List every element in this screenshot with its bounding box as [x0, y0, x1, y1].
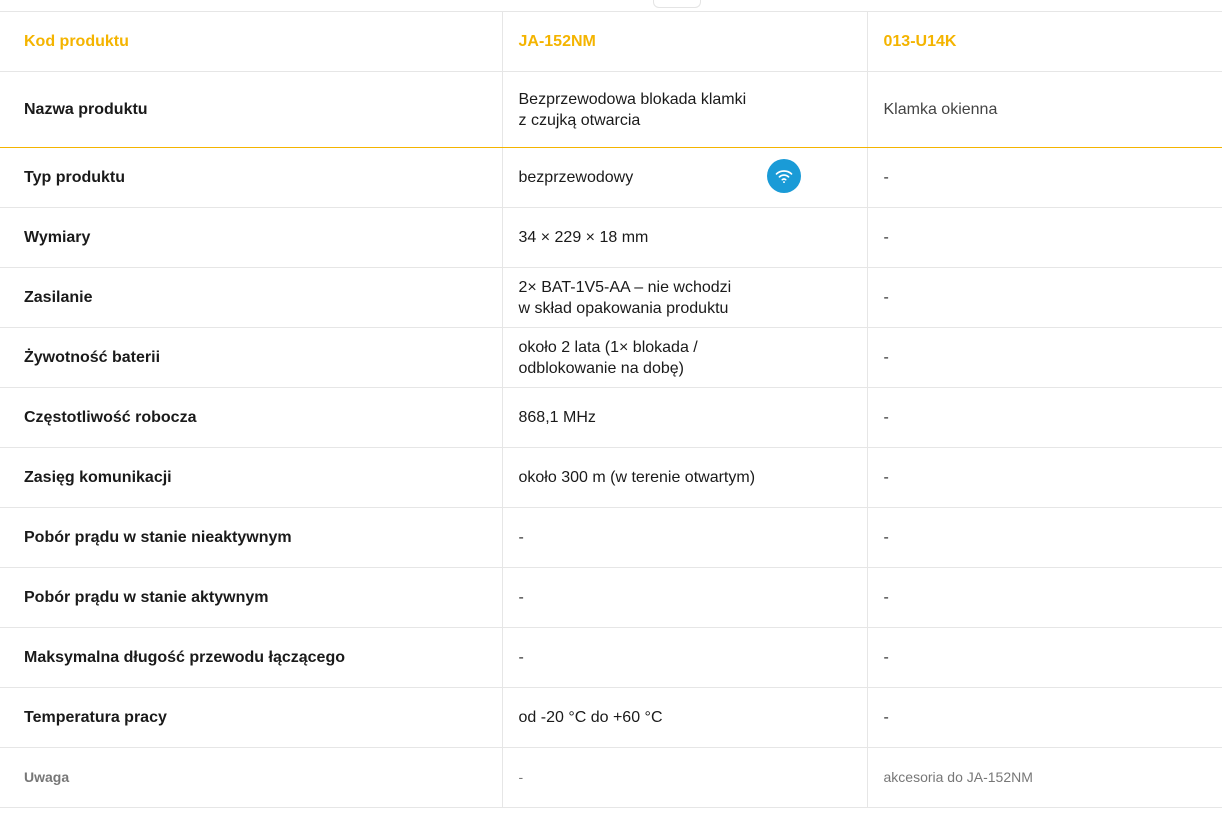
- row-value-col2: 2× BAT-1V5-AA – nie wchodzi w skład opak…: [502, 267, 868, 328]
- row-value-col3: -: [867, 147, 1222, 208]
- row-value-col3: akcesoria do JA-152NM: [867, 747, 1222, 808]
- row-label: Nazwa produktu: [0, 71, 503, 148]
- table-row-product-name: Nazwa produktu Bezprzewodowa blokada kla…: [0, 71, 1222, 148]
- value-line-1: około 2 lata (1× blokada /: [518, 338, 698, 356]
- row-value-col3: -: [867, 687, 1222, 748]
- row-value-col3: -: [867, 207, 1222, 268]
- row-value-col2: bezprzewodowy: [502, 147, 868, 208]
- row-label: Zasięg komunikacji: [0, 447, 503, 508]
- value-line-1: 2× BAT-1V5-AA – nie wchodzi: [518, 278, 732, 296]
- row-label: Maksymalna długość przewodu łączącego: [0, 627, 503, 688]
- table-row-active-current: Pobór prądu w stanie aktywnym - -: [0, 567, 1222, 628]
- row-value-col2: -: [502, 567, 868, 628]
- row-value-col2: -: [502, 627, 868, 688]
- row-value-col3: -: [867, 567, 1222, 628]
- table-row-idle-current: Pobór prądu w stanie nieaktywnym - -: [0, 507, 1222, 568]
- product-spec-table: Kod produktu JA-152NM 013-U14K Nazwa pro…: [0, 11, 1222, 808]
- top-tab-handle: [653, 0, 701, 8]
- row-value-col2: 34 × 229 × 18 mm: [502, 207, 868, 268]
- wifi-icon: [766, 158, 801, 193]
- table-row-range: Zasięg komunikacji około 300 m (w tereni…: [0, 447, 1222, 508]
- table-row-frequency: Częstotliwość robocza 868,1 MHz -: [0, 387, 1222, 448]
- table-row-product-type: Typ produktu bezprzewodowy -: [0, 147, 1222, 208]
- table-row-max-cable-length: Maksymalna długość przewodu łączącego - …: [0, 627, 1222, 688]
- row-value-col2: od -20 °C do +60 °C: [502, 687, 868, 748]
- row-label: Zasilanie: [0, 267, 503, 328]
- row-label: Wymiary: [0, 207, 503, 268]
- value-text: bezprzewodowy: [518, 169, 634, 186]
- value-line-2: odblokowanie na dobę): [518, 359, 684, 377]
- row-label: Uwaga: [0, 747, 503, 808]
- row-value-col3: -: [867, 507, 1222, 568]
- row-label: Pobór prądu w stanie nieaktywnym: [0, 507, 503, 568]
- value-line-2: w skład opakowania produktu: [518, 299, 729, 317]
- header-label: Kod produktu: [0, 11, 503, 72]
- table-row-note: Uwaga - akcesoria do JA-152NM: [0, 747, 1222, 808]
- row-value-col3: -: [867, 267, 1222, 328]
- table-row-dimensions: Wymiary 34 × 229 × 18 mm -: [0, 207, 1222, 268]
- row-label: Typ produktu: [0, 147, 503, 208]
- header-product-code-2: 013-U14K: [867, 11, 1222, 72]
- row-value-col3: -: [867, 387, 1222, 448]
- table-row-battery-life: Żywotność baterii około 2 lata (1× bloka…: [0, 327, 1222, 388]
- row-value-col2: 868,1 MHz: [502, 387, 868, 448]
- row-value-col3: -: [867, 447, 1222, 508]
- row-value-col2: około 300 m (w terenie otwartym): [502, 447, 868, 508]
- row-label: Żywotność baterii: [0, 327, 503, 388]
- row-label: Pobór prądu w stanie aktywnym: [0, 567, 503, 628]
- row-label: Temperatura pracy: [0, 687, 503, 748]
- value-line-2: z czujką otwarcia: [518, 111, 641, 129]
- header-product-code-1: JA-152NM: [502, 11, 868, 72]
- row-value-col3: -: [867, 327, 1222, 388]
- row-value-col3: Klamka okienna: [867, 71, 1222, 148]
- row-value-col2: Bezprzewodowa blokada klamki z czujką ot…: [502, 71, 868, 148]
- row-value-col2: -: [502, 747, 868, 808]
- value-line-1: Bezprzewodowa blokada klamki: [518, 90, 747, 108]
- row-label: Częstotliwość robocza: [0, 387, 503, 448]
- table-row-operating-temperature: Temperatura pracy od -20 °C do +60 °C -: [0, 687, 1222, 748]
- row-value-col3: -: [867, 627, 1222, 688]
- table-header-row: Kod produktu JA-152NM 013-U14K: [0, 11, 1222, 72]
- table-row-power-supply: Zasilanie 2× BAT-1V5-AA – nie wchodzi w …: [0, 267, 1222, 328]
- row-value-col2: około 2 lata (1× blokada / odblokowanie …: [502, 327, 868, 388]
- row-value-col2: -: [502, 507, 868, 568]
